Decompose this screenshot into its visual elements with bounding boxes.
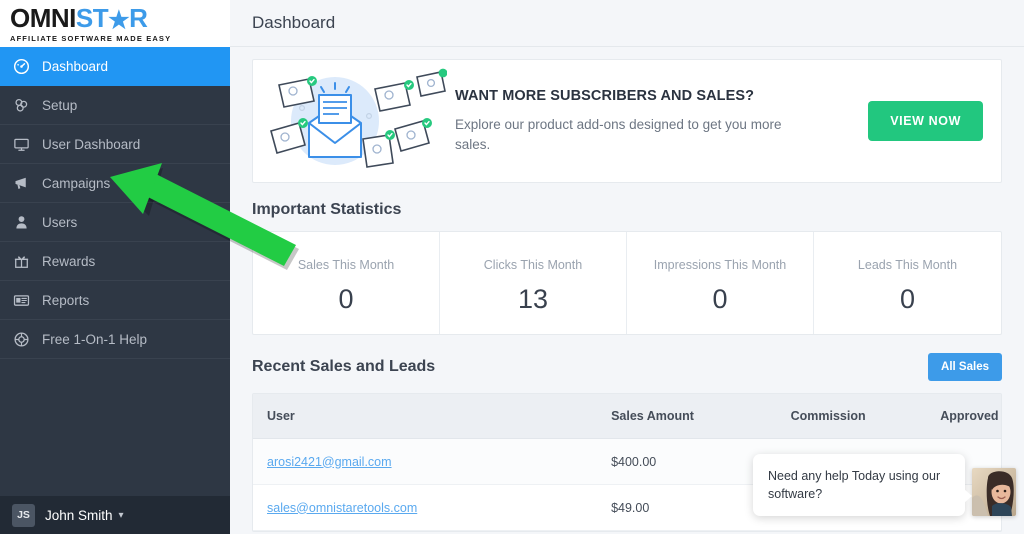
logo-tagline: AFFILIATE SOFTWARE MADE EASY [10,33,172,43]
avatar: JS [12,503,35,527]
recent-section-title: Recent Sales and Leads [252,358,436,375]
column-header-approved[interactable]: Approved [926,394,1001,439]
user-email-link[interactable]: arosi2421@gmail.com [267,455,392,469]
sidebar-item-users[interactable]: Users [0,203,230,242]
stat-value: 0 [338,283,354,314]
table-header-row: User Sales Amount Commission Approved [253,394,1001,439]
app-root: OMNIST★R AFFILIATE SOFTWARE MADE EASY Da… [0,0,1024,534]
stat-value: 0 [899,283,916,314]
stat-label: Sales This Month [297,257,395,272]
sidebar-item-free-help[interactable]: Free 1-On-1 Help [0,320,230,359]
all-sales-button[interactable]: All Sales [928,353,1002,381]
sidebar-item-user-dashboard[interactable]: User Dashboard [0,125,230,164]
cell-user: sales@omnistaretools.com [253,484,598,531]
user-name-label: John Smith [45,507,113,523]
sidebar-item-label: Campaigns [42,175,111,191]
stat-value: 0 [712,283,728,314]
stat-leads-this-month: Leads This Month 0 [814,232,1001,334]
logo-star-icon: ★ [108,6,130,34]
sidebar-item-label: User Dashboard [42,136,141,152]
megaphone-icon [13,175,30,192]
speedometer-icon [13,58,30,75]
stat-label: Clicks This Month [483,257,583,272]
sidebar-item-setup[interactable]: Setup [0,86,230,125]
open-envelope-with-letters-icon [257,61,448,181]
stat-value: 13 [517,283,549,314]
report-card-icon [13,292,30,309]
main-content: Dashboard WANT MORE SUBSCRIBERS AND SALE… [230,0,1024,534]
page-header: Dashboard [230,0,1024,47]
sidebar-item-reports[interactable]: Reports [0,281,230,320]
sidebar-item-label: Dashboard [42,58,109,74]
promo-body: Explore our product add-ons designed to … [455,116,782,152]
chat-message-bubble[interactable]: Need any help Today using our software? [753,453,972,516]
promo-heading: WANT MORE SUBSCRIBERS AND SALES? [455,87,755,104]
statistics-card: Sales This Month 0 Clicks This Month 13 … [252,231,1002,335]
column-header-user[interactable]: User [253,394,598,439]
sidebar-item-label: Rewards [42,253,96,269]
statistics-section-title: Important Statistics [252,201,402,218]
logo-omni-text: OMNI [10,2,76,33]
user-email-link[interactable]: sales@omnistaretools.com [267,501,417,515]
sidebar-item-label: Users [42,214,78,230]
column-header-sales-amount[interactable]: Sales Amount [597,394,777,439]
recent-section-header: Recent Sales and Leads All Sales [252,353,1002,381]
sidebar-item-label: Free 1-On-1 Help [42,331,148,347]
blocks-icon [13,97,30,114]
promo-text-block: WANT MORE SUBSCRIBERS AND SALES? Explore… [447,88,868,154]
cell-sales-amount: $400.00 [597,438,777,485]
cell-sales-amount: $49.00 [597,484,777,531]
logo-wordmark: OMNIST★R [10,2,230,34]
person-icon [13,214,30,231]
view-now-button[interactable]: VIEW NOW [868,101,983,141]
sidebar-nav: Dashboard Setup User Dashboard Campaigns [0,47,230,496]
logo-st-text: ST [75,2,109,33]
column-header-commission[interactable]: Commission [776,394,927,439]
lifebuoy-icon [13,331,30,348]
page-title: Dashboard [252,13,336,32]
chat-widget[interactable]: Need any help Today using our software? [753,453,1016,516]
logo-r-text: R [129,2,148,33]
chevron-down-icon: ▾ [118,509,124,521]
promo-banner: WANT MORE SUBSCRIBERS AND SALES? Explore… [252,59,1002,183]
sidebar-item-dashboard[interactable]: Dashboard [0,47,230,86]
sidebar-item-label: Reports [42,292,90,308]
sidebar: OMNIST★R AFFILIATE SOFTWARE MADE EASY Da… [0,0,230,534]
sidebar-user-menu[interactable]: JS John Smith ▾ [0,496,230,534]
sidebar-item-label: Setup [42,97,78,113]
stat-label: Impressions This Month [653,257,787,272]
stat-sales-this-month: Sales This Month 0 [253,232,440,334]
table-head: User Sales Amount Commission Approved [253,394,1001,439]
stat-clicks-this-month: Clicks This Month 13 [440,232,627,334]
stat-label: Leads This Month [857,257,958,272]
monitor-icon [13,136,30,153]
support-agent-photo[interactable] [972,468,1016,516]
stat-impressions-this-month: Impressions This Month 0 [627,232,814,334]
sidebar-item-campaigns[interactable]: Campaigns [0,164,230,203]
cell-user: arosi2421@gmail.com [253,438,598,485]
sidebar-item-rewards[interactable]: Rewards [0,242,230,281]
brand-logo[interactable]: OMNIST★R AFFILIATE SOFTWARE MADE EASY [0,0,230,47]
gift-icon [13,253,30,270]
